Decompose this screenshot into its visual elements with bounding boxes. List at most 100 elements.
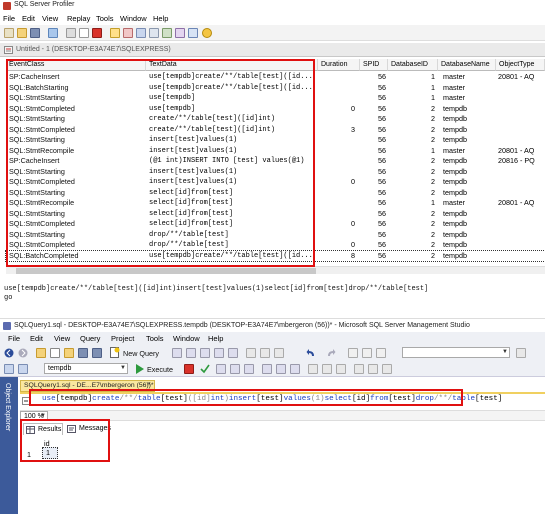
clear-trace-icon[interactable] <box>123 28 133 38</box>
scrollbar-thumb[interactable] <box>16 268 316 274</box>
ssms-menu-file[interactable]: File <box>8 334 20 343</box>
zoom-select[interactable]: 100 % ▼ <box>20 411 48 421</box>
trace-row[interactable]: SQL:StmtStarting select[id]from[test] 56 2 t… <box>6 188 545 199</box>
results-tab[interactable]: Results <box>23 423 63 435</box>
trace-row[interactable]: SQL:StmtStarting use[tempdb] 56 1 master <box>6 93 545 104</box>
toolbar-options-icon[interactable] <box>516 348 526 358</box>
menu-replay[interactable]: Replay <box>67 14 90 23</box>
results-to-file-icon[interactable] <box>336 364 346 374</box>
properties-icon[interactable] <box>48 28 58 38</box>
comment-icon[interactable] <box>354 364 364 374</box>
uncomment-icon[interactable] <box>368 364 378 374</box>
column-header-textdata[interactable]: TextData <box>146 59 318 71</box>
undo-icon[interactable] <box>306 348 316 358</box>
display-plan-icon[interactable] <box>216 364 226 374</box>
db-engine-query-icon[interactable] <box>172 348 182 358</box>
copy-icon[interactable] <box>260 348 270 358</box>
menu-window[interactable]: Window <box>120 14 147 23</box>
live-stats-icon[interactable] <box>276 364 286 374</box>
ssms-menu-window[interactable]: Window <box>173 334 200 343</box>
new-query-icon[interactable] <box>110 347 120 358</box>
column-header-duration[interactable]: Duration <box>318 59 360 71</box>
trace-row[interactable]: SQL:StmtStarting select[id]from[test] 56 2 t… <box>6 209 545 220</box>
help-icon[interactable] <box>202 28 212 38</box>
start-debug-icon[interactable] <box>348 348 358 358</box>
query-editor-tab[interactable]: SQLQuery1.sql - DE...E7\mbergeron (56))*… <box>20 380 155 392</box>
parse-icon[interactable] <box>200 364 210 374</box>
indent-icon[interactable] <box>382 364 392 374</box>
results-to-text-icon[interactable] <box>308 364 318 374</box>
ssms-open-icon[interactable] <box>64 348 74 358</box>
trace-row[interactable]: SQL:StmtStarting create/**/table[test]([i… <box>6 114 545 125</box>
trace-row[interactable]: SQL:StmtCompleted select[id]from[test] 0 56… <box>6 219 545 230</box>
trace-row[interactable]: SQL:StmtStarting insert[test]values(1) 56 2… <box>6 135 545 146</box>
stop-trace-icon[interactable] <box>92 28 102 38</box>
include-plan-icon[interactable] <box>262 364 272 374</box>
events-selection-icon[interactable] <box>110 28 120 38</box>
forward-icon[interactable] <box>18 348 28 358</box>
query-text[interactable]: use[tempdb]create/**/table[test]([id]int… <box>42 393 502 405</box>
column-header-eventclass[interactable]: EventClass <box>6 59 146 71</box>
ssms-menu-query[interactable]: Query <box>80 334 100 343</box>
ssms-new-project-icon[interactable] <box>36 348 46 358</box>
pin-icon[interactable] <box>188 28 198 38</box>
solution-explorer-icon[interactable] <box>362 348 372 358</box>
ssms-menu-tools[interactable]: Tools <box>146 334 164 343</box>
column-header-databaseid[interactable]: DatabaseID <box>388 59 438 71</box>
database-select[interactable]: tempdb ▼ <box>44 363 128 374</box>
cancel-query-icon[interactable] <box>184 364 194 374</box>
save-icon[interactable] <box>30 28 40 38</box>
menu-view[interactable]: View <box>42 14 58 23</box>
analysis-query-icon[interactable] <box>186 348 196 358</box>
result-row-number[interactable]: 1 <box>27 450 31 459</box>
trace-document-tab[interactable]: Untitled - 1 (DESKTOP-E3A74E7\SQLEXPRESS… <box>0 43 545 57</box>
template-icon[interactable] <box>149 28 159 38</box>
search-combo[interactable]: ▼ <box>402 347 510 358</box>
dmx-query-icon[interactable] <box>214 348 224 358</box>
ssms-save-all-icon[interactable] <box>92 348 102 358</box>
results-to-grid-icon[interactable] <box>322 364 332 374</box>
trace-row[interactable]: SQL:BatchStarting use[tempdb]create/**/ta… <box>6 83 545 94</box>
trace-row[interactable]: SQL:BatchCompleted use[tempdb]create/**/t… <box>5 249 545 262</box>
menu-help[interactable]: Help <box>153 14 168 23</box>
messages-tab[interactable]: Messages <box>65 423 111 435</box>
menu-file[interactable]: File <box>3 14 15 23</box>
trace-row[interactable]: SQL:StmtStarting insert[test]values(1) 56 2… <box>6 167 545 178</box>
open-folder-icon[interactable] <box>17 28 27 38</box>
menu-tools[interactable]: Tools <box>96 14 114 23</box>
query-designer-icon[interactable] <box>230 364 240 374</box>
find-in-files-icon[interactable] <box>376 348 386 358</box>
ssms-new-file-icon[interactable] <box>50 348 60 358</box>
change-connection-icon[interactable] <box>18 364 28 374</box>
mdx-query-icon[interactable] <box>200 348 210 358</box>
trace-row[interactable]: SQL:StmtRecompile select[id]from[test] 56 1… <box>6 198 545 209</box>
new-query-button[interactable]: New Query <box>123 349 159 358</box>
result-cell-id[interactable]: 1 <box>42 447 58 459</box>
trace-row[interactable]: SQL:StmtCompleted insert[test]values(1) 0 5… <box>6 177 545 188</box>
run-trace-icon[interactable] <box>66 28 76 38</box>
grid-horizontal-scrollbar[interactable] <box>6 266 545 274</box>
collapse-region-icon[interactable] <box>22 397 30 406</box>
paste-icon[interactable] <box>274 348 284 358</box>
trace-row[interactable]: SQL:StmtStarting drop/**/table[test] 56 2 te… <box>6 230 545 241</box>
trace-row[interactable]: SQL:StmtCompleted drop/**/table[test] 0 56 2… <box>6 240 545 251</box>
bookmark-icon[interactable] <box>175 28 185 38</box>
execute-icon[interactable] <box>136 364 144 374</box>
trace-row[interactable]: SP:CacheInsert use[tempdb]create/**/table… <box>6 72 545 83</box>
menu-edit[interactable]: Edit <box>22 14 35 23</box>
autoscroll-icon[interactable] <box>162 28 172 38</box>
column-header-objecttype[interactable]: ObjectType <box>496 59 545 71</box>
trace-row[interactable]: SQL:StmtRecompile insert[test]values(1) 56… <box>6 146 545 157</box>
column-header-databasename[interactable]: DatabaseName <box>438 59 496 71</box>
redo-icon[interactable] <box>326 348 336 358</box>
trace-row[interactable]: SQL:StmtCompleted use[tempdb] 0 56 2 tempdb <box>6 104 545 115</box>
column-header-spid[interactable]: SPID <box>360 59 388 71</box>
cut-icon[interactable] <box>246 348 256 358</box>
new-trace-icon[interactable] <box>4 28 14 38</box>
connect-icon[interactable] <box>4 364 14 374</box>
ssms-save-icon[interactable] <box>78 348 88 358</box>
ssms-menu-view[interactable]: View <box>54 334 70 343</box>
client-stats-icon[interactable] <box>290 364 300 374</box>
find-icon[interactable] <box>136 28 146 38</box>
execute-button[interactable]: Execute <box>147 365 173 374</box>
